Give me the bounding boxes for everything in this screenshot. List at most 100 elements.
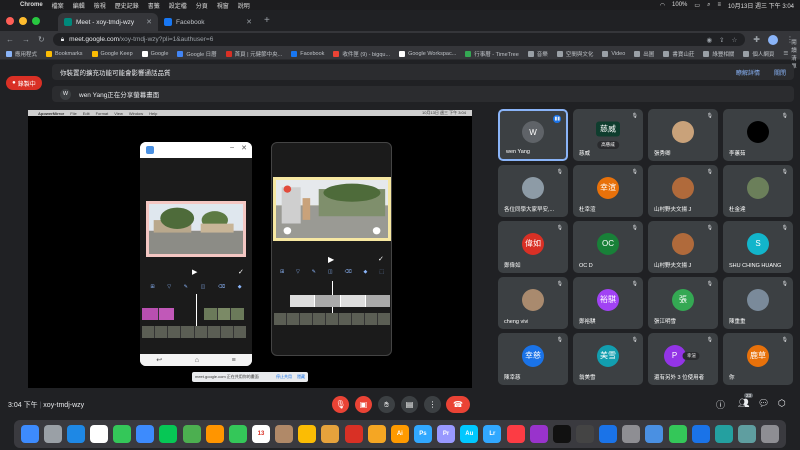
dock-numbers-icon[interactable] xyxy=(668,425,687,443)
dock-mail-icon[interactable] xyxy=(136,425,155,443)
participant-tile[interactable]: Wwen Yang ▮▮ xyxy=(498,109,568,161)
bookmark-item[interactable]: Google 日曆 xyxy=(177,50,217,58)
profile-avatar[interactable] xyxy=(768,34,778,45)
menu-item-file[interactable]: 檔案 xyxy=(52,1,64,10)
learn-more-link[interactable]: 瞭解詳情 xyxy=(736,68,760,77)
participant-tile[interactable]: 鹿草你 🎙︎ xyxy=(723,333,793,385)
menu-item-tabs[interactable]: 分頁 xyxy=(196,1,208,10)
dock-calendar-icon[interactable]: 13 xyxy=(251,425,270,443)
bookmark-item[interactable]: 行事曆 - TimeTree xyxy=(465,50,519,58)
forward-icon[interactable]: → xyxy=(22,35,30,44)
mic-off-button[interactable]: 🎙︎ xyxy=(332,396,349,413)
participant-tile[interactable]: 山村野夫文揚 J 🎙︎ xyxy=(648,165,718,217)
dock-mirror-icon[interactable] xyxy=(714,425,733,443)
close-tab-icon[interactable]: ✕ xyxy=(146,18,152,26)
stop-sharing-button[interactable]: 停止共用 xyxy=(276,374,292,380)
dock-pencil-icon[interactable] xyxy=(321,425,340,443)
close-window-icon[interactable] xyxy=(6,16,14,25)
participant-tile[interactable]: OC OC D 🎙︎ xyxy=(573,221,643,273)
dock-launchpad-icon[interactable] xyxy=(43,425,62,443)
new-tab-icon[interactable]: + xyxy=(264,15,270,26)
dock-downloads-icon[interactable] xyxy=(737,425,756,443)
participant-tile[interactable]: 慈威 高慈威 慈威 🎙︎ xyxy=(573,109,643,161)
close-tab-icon[interactable]: ✕ xyxy=(246,18,252,26)
participant-tile[interactable]: cheng vivi 🎙︎ xyxy=(498,277,568,329)
bookmark-item[interactable]: Google Keep xyxy=(91,50,133,57)
bookmark-item[interactable]: Google xyxy=(141,50,168,57)
info-icon[interactable]: ⓘ xyxy=(716,398,725,411)
wifi-icon[interactable]: ◠ xyxy=(660,2,665,9)
camera-off-button[interactable]: ▣ xyxy=(355,396,372,413)
dock-settings-icon[interactable] xyxy=(622,425,641,443)
bookmark-item[interactable]: 收件匣 (9) - bigqu... xyxy=(333,50,390,58)
bookmark-folder[interactable]: 音樂 xyxy=(527,50,548,58)
bookmark-item[interactable]: 首頁 | 元健節中央... xyxy=(225,50,282,58)
dock-safari-icon[interactable] xyxy=(66,425,85,443)
participant-tile[interactable]: S SHU CHING HUANG 🎙︎ xyxy=(723,221,793,273)
activities-icon[interactable]: ⬡ xyxy=(778,398,786,409)
share-icon[interactable]: ⇪ xyxy=(719,36,724,44)
menu-item-window[interactable]: 視窗 xyxy=(217,1,229,10)
hide-notice-button[interactable]: 隱藏 xyxy=(297,374,305,380)
menu-item-history[interactable]: 歷史記錄 xyxy=(115,1,139,10)
dismiss-button[interactable]: 關閉 xyxy=(774,68,786,77)
participant-tile[interactable]: 幸慈 陳幸慈 🎙︎ xyxy=(498,333,568,385)
zoom-window-icon[interactable] xyxy=(32,16,40,25)
dock-facetime-icon[interactable] xyxy=(228,425,247,443)
menu-app-name[interactable]: Chrome xyxy=(20,2,43,8)
dock-notes-icon[interactable] xyxy=(298,425,317,443)
bookmark-item[interactable]: Google Workspac... xyxy=(399,50,456,57)
back-icon[interactable]: ← xyxy=(6,35,14,44)
bookmark-folder[interactable]: Video xyxy=(602,50,625,57)
dock-keynote-icon[interactable] xyxy=(691,425,710,443)
bookmark-folder[interactable]: 出圖 xyxy=(634,50,654,58)
bookmark-folder[interactable]: 空間與文化 xyxy=(556,50,593,58)
address-bar[interactable]: 🔒︎ meet.google.com/xoy-tmdj-wzy?pli=1&au… xyxy=(52,33,746,46)
bookmark-folder[interactable]: 綠豐相關 xyxy=(703,50,734,58)
dock-calculator-icon[interactable] xyxy=(575,425,594,443)
minimize-window-icon[interactable] xyxy=(19,16,27,25)
participant-tile[interactable]: 李蕙茹 🎙︎ xyxy=(723,109,793,161)
extensions-icon[interactable]: ✚ xyxy=(753,35,760,44)
reload-icon[interactable]: ↻ xyxy=(38,35,45,44)
participant-tile[interactable]: P 幸渲 還有另外 3 位使用者 🎙︎ xyxy=(648,333,718,385)
dock-contacts-icon[interactable] xyxy=(275,425,294,443)
dock-au-icon[interactable]: Au xyxy=(460,425,479,443)
present-button[interactable]: ▤ xyxy=(401,396,418,413)
menu-item-edit[interactable]: 編輯 xyxy=(73,1,85,10)
people-icon[interactable]: 👥︎ xyxy=(738,398,749,409)
camera-indicator-icon[interactable]: ◉ xyxy=(706,36,712,44)
dock-photos-icon[interactable] xyxy=(205,425,224,443)
menu-item-profiles[interactable]: 設定檔 xyxy=(169,1,187,10)
bookmark-item[interactable]: 應用程式 xyxy=(6,50,37,58)
dock-finder-icon[interactable] xyxy=(20,425,39,443)
dock-sketch-icon[interactable] xyxy=(367,425,386,443)
participant-tile[interactable]: 美雪 翁美雪 🎙︎ xyxy=(573,333,643,385)
bookmark-item[interactable]: Bookmarks xyxy=(46,50,83,57)
battery-icon[interactable]: ▭ xyxy=(694,2,700,9)
menu-clock[interactable]: 10月13日 週三 下午 3:04 xyxy=(728,1,794,10)
tab-meet[interactable]: Meet - xoy-tmdj-wzy ✕ xyxy=(58,13,158,31)
raise-hand-button[interactable]: ✋︎ xyxy=(378,396,395,413)
dock-pr-icon[interactable]: Pr xyxy=(437,425,456,443)
menu-item-view[interactable]: 檢視 xyxy=(94,1,106,10)
dock-ai-icon[interactable]: Ai xyxy=(390,425,409,443)
battery-percent[interactable]: 100% xyxy=(672,2,687,8)
search-icon[interactable]: ⌕ xyxy=(707,2,710,9)
dock-music-icon[interactable] xyxy=(506,425,525,443)
dock-chrome-icon[interactable] xyxy=(89,425,108,443)
dock-acrobat-icon[interactable] xyxy=(344,425,363,443)
recording-indicator[interactable]: ● 錄製中 xyxy=(6,76,42,90)
participant-tile[interactable]: 裕騏 鄭裕騏 🎙︎ xyxy=(573,277,643,329)
menu-item-bookmarks[interactable]: 書籤 xyxy=(148,1,160,10)
participant-tile[interactable]: 張秀卿 🎙︎ xyxy=(648,109,718,161)
dock-trash-icon[interactable] xyxy=(761,425,780,443)
participant-tile[interactable]: 幸渲 杜幸渲 🎙︎ xyxy=(573,165,643,217)
participant-tile[interactable]: 陳重重 🎙︎ xyxy=(723,277,793,329)
more-options-button[interactable]: ⋮ xyxy=(424,396,441,413)
menu-item-help[interactable]: 說明 xyxy=(238,1,250,10)
participant-tile[interactable]: 山村野夫文揚 J 🎙︎ xyxy=(648,221,718,273)
participant-tile[interactable]: 張張江明雪 🎙︎ xyxy=(648,277,718,329)
dock-tv-icon[interactable] xyxy=(552,425,571,443)
bookmark-folder[interactable]: 書寶山莊 xyxy=(663,50,694,58)
